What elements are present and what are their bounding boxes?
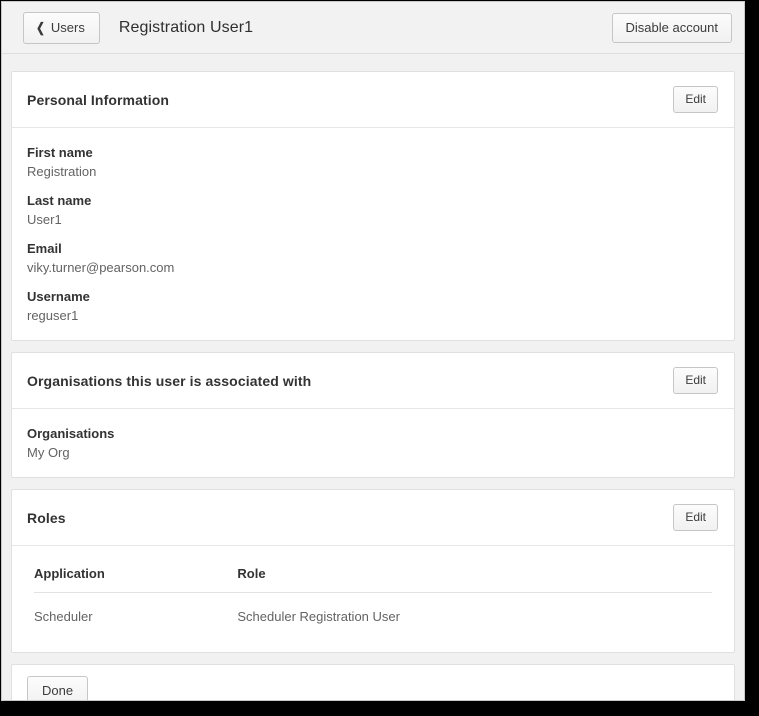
- panel-roles: Roles Edit Application Role Scheduler Sc…: [11, 489, 735, 653]
- edit-roles-button[interactable]: Edit: [673, 504, 718, 531]
- done-button[interactable]: Done: [27, 676, 89, 700]
- panel-title-roles: Roles: [27, 509, 66, 526]
- field-label: First name: [27, 145, 93, 160]
- roles-table: Application Role Scheduler Scheduler Reg…: [34, 558, 712, 630]
- field-label: Last name: [27, 193, 92, 208]
- field-last-name: Last name User1: [27, 191, 719, 229]
- field-value: User1: [27, 212, 62, 227]
- user-detail-page: ❮ Users Registration User1 Disable accou…: [1, 1, 745, 701]
- page-title: Registration User1: [118, 18, 254, 36]
- column-header-role: Role: [237, 558, 712, 593]
- field-username: Username reguser1: [27, 287, 719, 325]
- page-body: Personal Information Edit First name Reg…: [2, 54, 744, 700]
- back-to-users-label: Users: [50, 19, 85, 35]
- field-email: Email viky.turner@pearson.com: [27, 239, 719, 277]
- field-organisations: Organisations My Org: [27, 424, 719, 462]
- panel-title-organisations: Organisations this user is associated wi…: [27, 372, 312, 389]
- roles-table-body: Scheduler Scheduler Registration User: [34, 593, 712, 631]
- panel-personal-information: Personal Information Edit First name Reg…: [11, 71, 735, 341]
- panel-body-organisations: Organisations My Org: [12, 409, 734, 477]
- table-row: Scheduler Scheduler Registration User: [34, 593, 712, 631]
- table-header-row: Application Role: [34, 558, 712, 593]
- edit-personal-information-button[interactable]: Edit: [673, 86, 718, 113]
- panel-header-organisations: Organisations this user is associated wi…: [12, 353, 734, 409]
- column-header-application: Application: [34, 558, 238, 593]
- screenshot-root: ❮ Users Registration User1 Disable accou…: [0, 0, 759, 716]
- cell-role: Scheduler Registration User: [237, 609, 400, 624]
- panel-body-roles: Application Role Scheduler Scheduler Reg…: [12, 546, 734, 652]
- field-value: reguser1: [27, 308, 79, 323]
- field-value: My Org: [27, 445, 70, 460]
- disable-account-button[interactable]: Disable account: [611, 12, 732, 43]
- field-value: Registration: [27, 164, 97, 179]
- panel-title-personal-information: Personal Information: [27, 91, 170, 108]
- panel-body-personal-information: First name Registration Last name User1 …: [12, 128, 734, 340]
- back-to-users-button[interactable]: ❮ Users: [23, 11, 100, 44]
- cell-application: Scheduler: [34, 609, 93, 624]
- panel-organisations: Organisations this user is associated wi…: [11, 352, 735, 478]
- panel-header-personal-information: Personal Information Edit: [12, 72, 734, 128]
- page-toolbar: ❮ Users Registration User1 Disable accou…: [2, 2, 744, 54]
- field-label: Email: [27, 241, 62, 256]
- field-value: viky.turner@pearson.com: [27, 260, 175, 275]
- chevron-left-icon: ❮: [36, 19, 45, 35]
- field-first-name: First name Registration: [27, 143, 719, 181]
- edit-organisations-button[interactable]: Edit: [673, 367, 718, 394]
- panel-header-roles: Roles Edit: [12, 490, 734, 546]
- field-label: Organisations: [27, 426, 115, 441]
- roles-table-header: Application Role: [34, 558, 712, 593]
- form-footer: Done: [11, 664, 735, 700]
- field-label: Username: [27, 289, 90, 304]
